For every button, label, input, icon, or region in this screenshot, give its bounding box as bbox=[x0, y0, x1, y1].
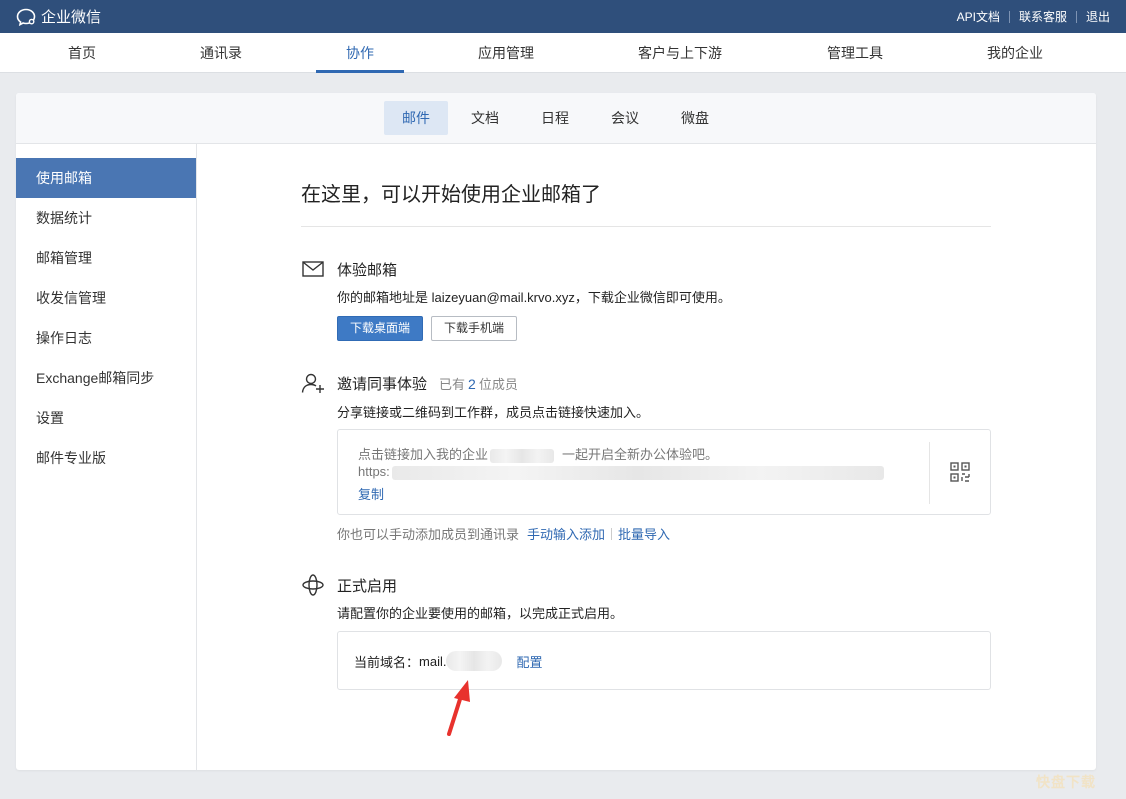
tab-drive[interactable]: 微盘 bbox=[663, 101, 727, 135]
formal-section-header: 正式启用 bbox=[301, 573, 397, 597]
divider bbox=[1075, 10, 1077, 23]
add-person-icon bbox=[301, 371, 325, 395]
invite-message-prefix: 点击链接加入我的企业 bbox=[358, 447, 489, 462]
nav-collaboration[interactable]: 协作 bbox=[346, 33, 374, 73]
member-count-value: 2 bbox=[468, 375, 476, 392]
top-links: API文档 联系客服 退出 bbox=[957, 8, 1110, 25]
invite-url: https: bbox=[358, 464, 884, 480]
sidebar-item-operation-log[interactable]: 操作日志 bbox=[16, 318, 196, 358]
sidebar-item-use-mailbox[interactable]: 使用邮箱 bbox=[16, 158, 196, 198]
content-card: 邮件 文档 日程 会议 微盘 使用邮箱 数据统计 邮箱管理 收发信管理 操作日志… bbox=[16, 93, 1096, 770]
domain-box: 当前域名： mail. 配置 bbox=[337, 631, 991, 690]
domain-label: 当前域名： bbox=[354, 654, 420, 670]
nav-admin-tools[interactable]: 管理工具 bbox=[827, 33, 883, 73]
member-count-prefix: 已有 bbox=[439, 376, 466, 392]
download-desktop-button[interactable]: 下载桌面端 bbox=[337, 316, 423, 341]
invite-link-box: 点击链接加入我的企业 一起开启全新办公体验吧。 https: 复制 bbox=[337, 429, 991, 515]
sparkle-icon bbox=[301, 573, 325, 597]
sidebar: 使用邮箱 数据统计 邮箱管理 收发信管理 操作日志 Exchange邮箱同步 设… bbox=[16, 144, 197, 770]
sidebar-item-mail-rules[interactable]: 收发信管理 bbox=[16, 278, 196, 318]
formal-title: 正式启用 bbox=[337, 577, 398, 595]
title-divider bbox=[301, 226, 991, 227]
api-docs-link[interactable]: API文档 bbox=[957, 8, 1000, 25]
sidebar-item-settings[interactable]: 设置 bbox=[16, 398, 196, 438]
nav-customers[interactable]: 客户与上下游 bbox=[638, 33, 722, 73]
member-count-suffix: 位成员 bbox=[478, 376, 518, 392]
tab-docs[interactable]: 文档 bbox=[453, 101, 517, 135]
configure-domain-link[interactable]: 配置 bbox=[516, 652, 542, 671]
nav-contacts[interactable]: 通讯录 bbox=[200, 33, 242, 73]
sidebar-item-exchange-sync[interactable]: Exchange邮箱同步 bbox=[16, 358, 196, 398]
blurred-invite-url bbox=[391, 465, 884, 480]
invite-section-header: 邀请同事体验 已有 2 位成员 bbox=[301, 371, 518, 395]
watermark-logo: 快盘下载 bbox=[1036, 774, 1096, 790]
page-title: 在这里，可以开始使用企业邮箱了 bbox=[301, 184, 601, 206]
domain-value: mail. bbox=[419, 653, 447, 669]
invite-url-prefix: https: bbox=[358, 464, 390, 479]
brand-name: 企业微信 bbox=[41, 9, 102, 26]
batch-import-link[interactable]: 批量导入 bbox=[618, 524, 670, 543]
trial-section-header: 体验邮箱 bbox=[301, 257, 397, 281]
invite-message-suffix: 一起开启全新办公体验吧。 bbox=[562, 447, 719, 462]
tab-mail[interactable]: 邮件 bbox=[384, 101, 448, 135]
trial-title: 体验邮箱 bbox=[337, 261, 398, 279]
sidebar-item-mail-pro[interactable]: 邮件专业版 bbox=[16, 438, 196, 478]
domain-row: 当前域名： mail. 配置 bbox=[354, 651, 542, 671]
nav-app-management[interactable]: 应用管理 bbox=[478, 33, 534, 73]
blurred-domain bbox=[446, 651, 503, 671]
qr-code-icon[interactable] bbox=[950, 462, 972, 484]
divider bbox=[611, 527, 613, 540]
sidebar-item-mailbox-management[interactable]: 邮箱管理 bbox=[16, 238, 196, 278]
brand[interactable]: 企业微信 bbox=[16, 6, 101, 27]
sub-nav: 邮件 文档 日程 会议 微盘 bbox=[16, 93, 1096, 144]
member-count: 已有 2 位成员 bbox=[439, 374, 518, 393]
manual-add-line: 你也可以手动添加成员到通讯录 手动输入添加 批量导入 bbox=[337, 524, 670, 543]
trial-description: 你的邮箱地址是 laizeyuan@mail.krvo.xyz，下载企业微信即可… bbox=[337, 290, 731, 305]
sidebar-item-statistics[interactable]: 数据统计 bbox=[16, 198, 196, 238]
divider bbox=[929, 442, 930, 504]
invite-message: 点击链接加入我的企业 一起开启全新办公体验吧。 bbox=[358, 444, 718, 463]
top-bar: 企业微信 API文档 联系客服 退出 bbox=[0, 0, 1126, 33]
invite-title: 邀请同事体验 bbox=[337, 375, 428, 393]
copy-link-button[interactable]: 复制 bbox=[358, 484, 384, 503]
formal-description: 请配置你的企业要使用的邮箱，以完成正式启用。 bbox=[337, 606, 624, 621]
envelope-icon bbox=[301, 257, 325, 281]
download-mobile-button[interactable]: 下载手机端 bbox=[431, 316, 517, 341]
divider bbox=[1008, 10, 1010, 23]
blurred-company-name bbox=[490, 448, 555, 463]
chat-bubble-icon bbox=[16, 8, 36, 26]
active-tab-indicator bbox=[316, 70, 404, 73]
contact-support-link[interactable]: 联系客服 bbox=[1019, 8, 1067, 25]
manual-add-link[interactable]: 手动输入添加 bbox=[527, 524, 605, 543]
logout-link[interactable]: 退出 bbox=[1086, 8, 1110, 25]
nav-home[interactable]: 首页 bbox=[68, 33, 96, 73]
tab-meeting[interactable]: 会议 bbox=[593, 101, 657, 135]
annotation-arrow bbox=[447, 680, 470, 736]
tab-schedule[interactable]: 日程 bbox=[523, 101, 587, 135]
manual-add-text: 你也可以手动添加成员到通讯录 bbox=[337, 527, 520, 542]
main-nav: 首页 通讯录 协作 应用管理 客户与上下游 管理工具 我的企业 bbox=[0, 33, 1126, 73]
invite-description: 分享链接或二维码到工作群，成员点击链接快速加入。 bbox=[337, 405, 650, 420]
nav-my-company[interactable]: 我的企业 bbox=[987, 33, 1043, 73]
